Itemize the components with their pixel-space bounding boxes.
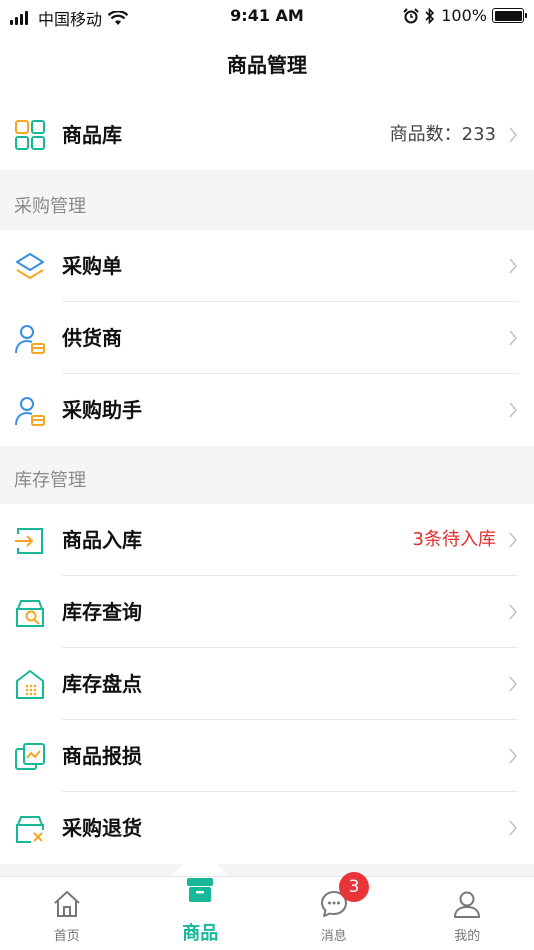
tab-profile[interactable]: 我的 bbox=[401, 877, 534, 950]
home-icon bbox=[54, 891, 80, 917]
row-damage-report[interactable]: 商品报损 bbox=[0, 720, 534, 792]
stock-in-icon bbox=[15, 528, 43, 554]
battery-percent: 100% bbox=[441, 6, 487, 25]
row-purchase-return[interactable]: 采购退货 bbox=[0, 792, 534, 864]
row-label: 采购助手 bbox=[62, 398, 142, 422]
profile-icon bbox=[454, 891, 481, 918]
tab-label: 商品 bbox=[182, 923, 219, 944]
tab-goods[interactable]: 商品 bbox=[134, 877, 268, 950]
page-title: 商品管理 bbox=[227, 53, 307, 77]
chevron-right-icon bbox=[509, 676, 518, 692]
row-stock-in[interactable]: 商品入库 3条待入库 bbox=[0, 504, 534, 576]
damage-report-icon bbox=[15, 743, 45, 770]
grid-icon bbox=[15, 120, 45, 150]
row-label: 库存盘点 bbox=[62, 672, 142, 696]
row-stock-search[interactable]: 库存查询 bbox=[0, 576, 534, 648]
row-purchase-order[interactable]: 采购单 bbox=[0, 230, 534, 302]
tab-label: 我的 bbox=[454, 929, 481, 944]
status-bar: 中国移动 9:41 AM 100% bbox=[0, 0, 534, 34]
chevron-right-icon bbox=[509, 748, 518, 764]
row-purchase-assistant[interactable]: 采购助手 bbox=[0, 374, 534, 446]
row-label: 库存查询 bbox=[62, 600, 142, 624]
battery-icon bbox=[492, 8, 527, 23]
assistant-icon bbox=[15, 397, 45, 426]
chevron-right-icon bbox=[509, 820, 518, 836]
chevron-right-icon bbox=[509, 532, 518, 548]
row-label: 商品入库 bbox=[62, 528, 142, 552]
purchase-return-icon bbox=[16, 816, 44, 843]
status-right: 100% bbox=[403, 6, 527, 25]
alarm-icon bbox=[403, 7, 419, 23]
row-label: 采购单 bbox=[62, 254, 122, 278]
layers-icon bbox=[16, 253, 44, 279]
row-stock-count[interactable]: 库存盘点 bbox=[0, 648, 534, 720]
message-badge: 3 bbox=[339, 872, 369, 902]
tab-label: 消息 bbox=[320, 929, 347, 944]
row-supplier[interactable]: 供货商 bbox=[0, 302, 534, 374]
tab-bar: 首页 商品 消息 我的 bbox=[0, 876, 534, 950]
goods-icon bbox=[187, 878, 214, 902]
stock-search-icon bbox=[16, 600, 44, 627]
section-header-purchase: 采购管理 bbox=[0, 170, 534, 230]
product-library-row[interactable]: 商品库 商品数：233 bbox=[0, 100, 534, 170]
chevron-right-icon bbox=[509, 127, 518, 143]
row-label: 采购退货 bbox=[62, 816, 142, 840]
chevron-right-icon bbox=[509, 402, 518, 418]
section-header-inventory: 库存管理 bbox=[0, 446, 534, 506]
row-label: 商品库 bbox=[62, 123, 122, 147]
nav-bar: 商品管理 bbox=[0, 34, 534, 100]
chevron-right-icon bbox=[509, 604, 518, 620]
bluetooth-icon bbox=[425, 7, 435, 24]
tab-label: 首页 bbox=[53, 929, 80, 944]
chevron-right-icon bbox=[509, 258, 518, 274]
pending-stock-in-count: 3条待入库 bbox=[412, 529, 496, 550]
row-label: 供货商 bbox=[62, 326, 122, 350]
stock-count-icon bbox=[16, 670, 44, 699]
row-label: 商品报损 bbox=[62, 744, 142, 768]
supplier-icon bbox=[15, 325, 45, 354]
tab-messages[interactable]: 消息 bbox=[267, 877, 401, 950]
product-count: 商品数：233 bbox=[389, 124, 496, 145]
chevron-right-icon bbox=[509, 330, 518, 346]
tab-home[interactable]: 首页 bbox=[0, 877, 134, 950]
